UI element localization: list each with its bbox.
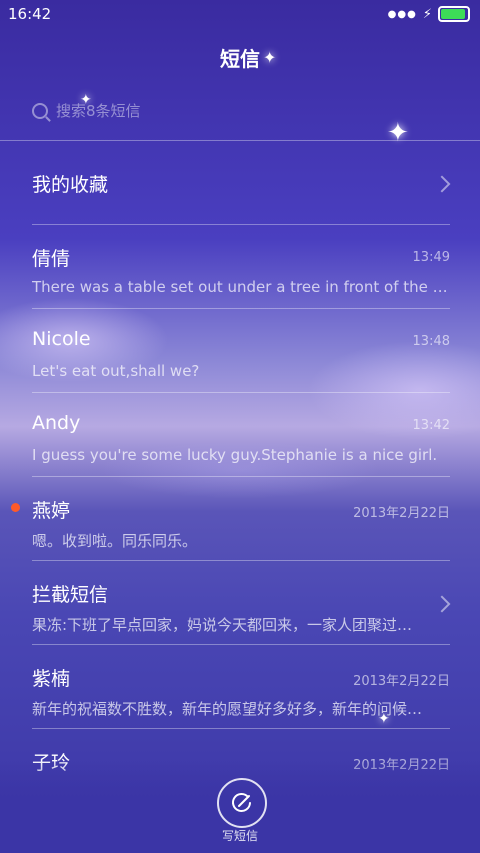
list-item[interactable]: Andy 13:42 I guess you're some lucky guy… bbox=[32, 412, 450, 472]
message-time: 2013年2月22日 bbox=[353, 674, 450, 689]
divider bbox=[32, 560, 450, 561]
message-preview: Let's eat out,shall we? bbox=[32, 362, 200, 380]
list-item[interactable]: 倩倩 13:49 There was a table set out under… bbox=[32, 244, 450, 304]
compose-icon bbox=[232, 793, 251, 812]
message-time: 2013年2月22日 bbox=[353, 506, 450, 521]
chevron-right-icon bbox=[433, 595, 451, 613]
status-time: 16:42 bbox=[8, 5, 52, 23]
list-item[interactable]: 紫楠 2013年2月22日 新年的祝福数不胜数，新年的愿望好多好多，新年的问候… bbox=[32, 664, 450, 724]
compose-label: 写短信 bbox=[221, 829, 258, 843]
divider bbox=[32, 392, 450, 393]
list-item[interactable]: 燕婷 2013年2月22日 嗯。收到啦。同乐同乐。 bbox=[32, 496, 450, 556]
message-time: 13:42 bbox=[412, 418, 450, 433]
dots-icon: ●●● bbox=[387, 8, 417, 20]
message-preview: 新年的祝福数不胜数，新年的愿望好多好多，新年的问候… bbox=[32, 700, 423, 718]
search-placeholder: 搜索8条短信 bbox=[56, 102, 141, 120]
compose-button[interactable] bbox=[217, 778, 267, 828]
contact-name: Nicole bbox=[32, 328, 91, 350]
message-preview: 嗯。收到啦。同乐同乐。 bbox=[32, 532, 198, 550]
message-preview: There was a table set out under a tree i… bbox=[32, 278, 450, 296]
message-preview: I guess you're some lucky guy.Stephanie … bbox=[32, 446, 438, 464]
favorites-label: 我的收藏 bbox=[32, 174, 109, 196]
message-time: 13:49 bbox=[412, 250, 450, 265]
chevron-right-icon bbox=[433, 175, 451, 193]
contact-name: 拦截短信 bbox=[32, 584, 109, 606]
favorites-item[interactable]: 我的收藏 bbox=[32, 170, 451, 210]
charging-bolt-icon: ⚡ bbox=[422, 6, 432, 22]
divider bbox=[0, 140, 480, 141]
divider bbox=[32, 308, 450, 309]
battery-icon bbox=[438, 6, 470, 22]
sparkle-decoration: ✦ bbox=[387, 118, 409, 148]
divider bbox=[32, 224, 450, 225]
unread-indicator bbox=[11, 503, 20, 512]
contact-name: 倩倩 bbox=[32, 248, 71, 270]
divider bbox=[32, 644, 450, 645]
message-time: 13:48 bbox=[412, 334, 450, 349]
status-bar: 16:42 ●●● ⚡ bbox=[0, 0, 480, 28]
blocked-messages-item[interactable]: 拦截短信 果冻:下班了早点回家，妈说今天都回来，一家人团聚过… bbox=[32, 580, 451, 640]
contact-name: Andy bbox=[32, 412, 81, 434]
search-icon bbox=[32, 102, 48, 119]
contact-name: 紫楠 bbox=[32, 668, 71, 690]
page-title: 短信 bbox=[220, 47, 260, 71]
divider bbox=[32, 728, 450, 729]
search-input[interactable]: 搜索8条短信 bbox=[32, 100, 141, 121]
divider bbox=[32, 476, 450, 477]
status-icons: ●●● ⚡ bbox=[388, 6, 470, 22]
message-preview: 果冻:下班了早点回家，妈说今天都回来，一家人团聚过… bbox=[32, 616, 413, 634]
contact-name: 燕婷 bbox=[32, 500, 71, 522]
list-item[interactable]: Nicole 13:48 Let's eat out,shall we? bbox=[32, 328, 450, 388]
